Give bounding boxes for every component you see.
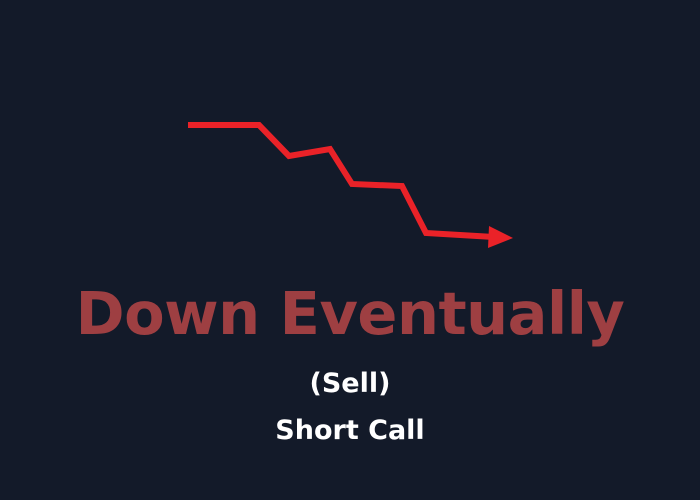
slide-canvas: Down Eventually (Sell) Short Call [0, 0, 700, 500]
headline: Down Eventually [75, 279, 625, 348]
strategy-label: Short Call [275, 415, 425, 446]
arrowhead [488, 226, 513, 248]
downtrend-line [188, 122, 495, 240]
action-label: (Sell) [309, 368, 391, 399]
